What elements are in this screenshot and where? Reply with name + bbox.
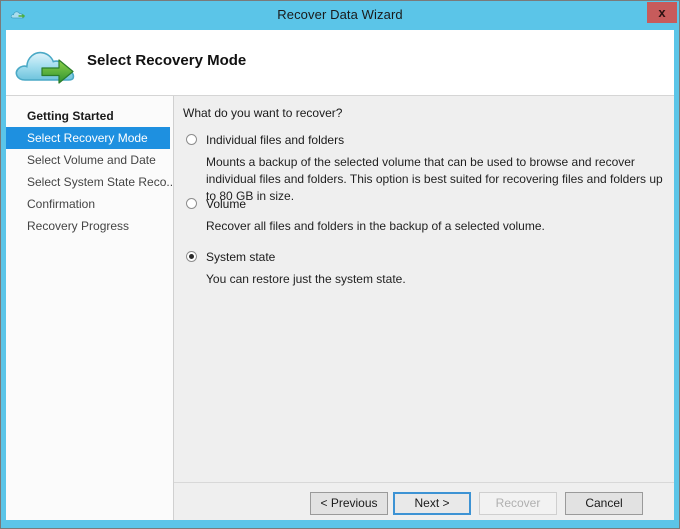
sidebar-item-confirmation[interactable]: Confirmation: [6, 193, 170, 215]
recover-button: Recover: [479, 492, 557, 515]
close-icon[interactable]: x: [647, 2, 677, 23]
cancel-button[interactable]: Cancel: [565, 492, 643, 515]
content-pane: What do you want to recover? Individual …: [174, 96, 674, 520]
option-label: Individual files and folders: [206, 133, 345, 147]
radio-individual-files-and-folders[interactable]: [186, 134, 197, 145]
radio-volume[interactable]: [186, 198, 197, 209]
titlebar: Recover Data Wizard x: [1, 1, 679, 30]
sidebar-item-select-volume-and-date[interactable]: Select Volume and Date: [6, 149, 170, 171]
next-button[interactable]: Next >: [393, 492, 471, 515]
option-system-state[interactable]: System state You can restore just the sy…: [183, 249, 669, 288]
sidebar-item-select-recovery-mode[interactable]: Select Recovery Mode: [6, 127, 170, 149]
option-label: Volume: [206, 197, 247, 211]
radio-system-state[interactable]: [186, 251, 197, 262]
option-row[interactable]: Volume: [183, 196, 669, 214]
window-title: Recover Data Wizard: [277, 7, 403, 22]
page-title: Select Recovery Mode: [87, 52, 247, 69]
option-individual-files-and-folders[interactable]: Individual files and folders Mounts a ba…: [183, 132, 669, 205]
option-description: You can restore just the system state.: [206, 272, 406, 286]
option-description: Recover all files and folders in the bac…: [206, 219, 545, 233]
recover-question-label: What do you want to recover?: [183, 106, 343, 120]
client-area: Select Recovery Mode Getting Started Sel…: [6, 30, 674, 520]
sidebar-item-select-system-state-recovery[interactable]: Select System State Reco...: [6, 171, 176, 193]
wizard-footer: < Previous Next > Recover Cancel: [174, 482, 674, 520]
sidebar-item-recovery-progress[interactable]: Recovery Progress: [6, 215, 170, 237]
option-volume[interactable]: Volume Recover all files and folders in …: [183, 196, 669, 235]
sidebar-item-getting-started[interactable]: Getting Started: [6, 105, 170, 127]
cloud-restore-icon: [12, 35, 78, 91]
previous-button[interactable]: < Previous: [310, 492, 388, 515]
wizard-header: Select Recovery Mode: [6, 30, 674, 96]
steps-list: Getting Started Select Recovery Mode Sel…: [6, 105, 176, 237]
option-row[interactable]: Individual files and folders: [183, 132, 669, 150]
recover-data-wizard-window: Recover Data Wizard x Select Recovery Mo…: [0, 0, 680, 529]
wizard-steps-sidebar: Getting Started Select Recovery Mode Sel…: [6, 96, 176, 520]
option-label: System state: [206, 250, 276, 264]
option-row[interactable]: System state: [183, 249, 669, 267]
